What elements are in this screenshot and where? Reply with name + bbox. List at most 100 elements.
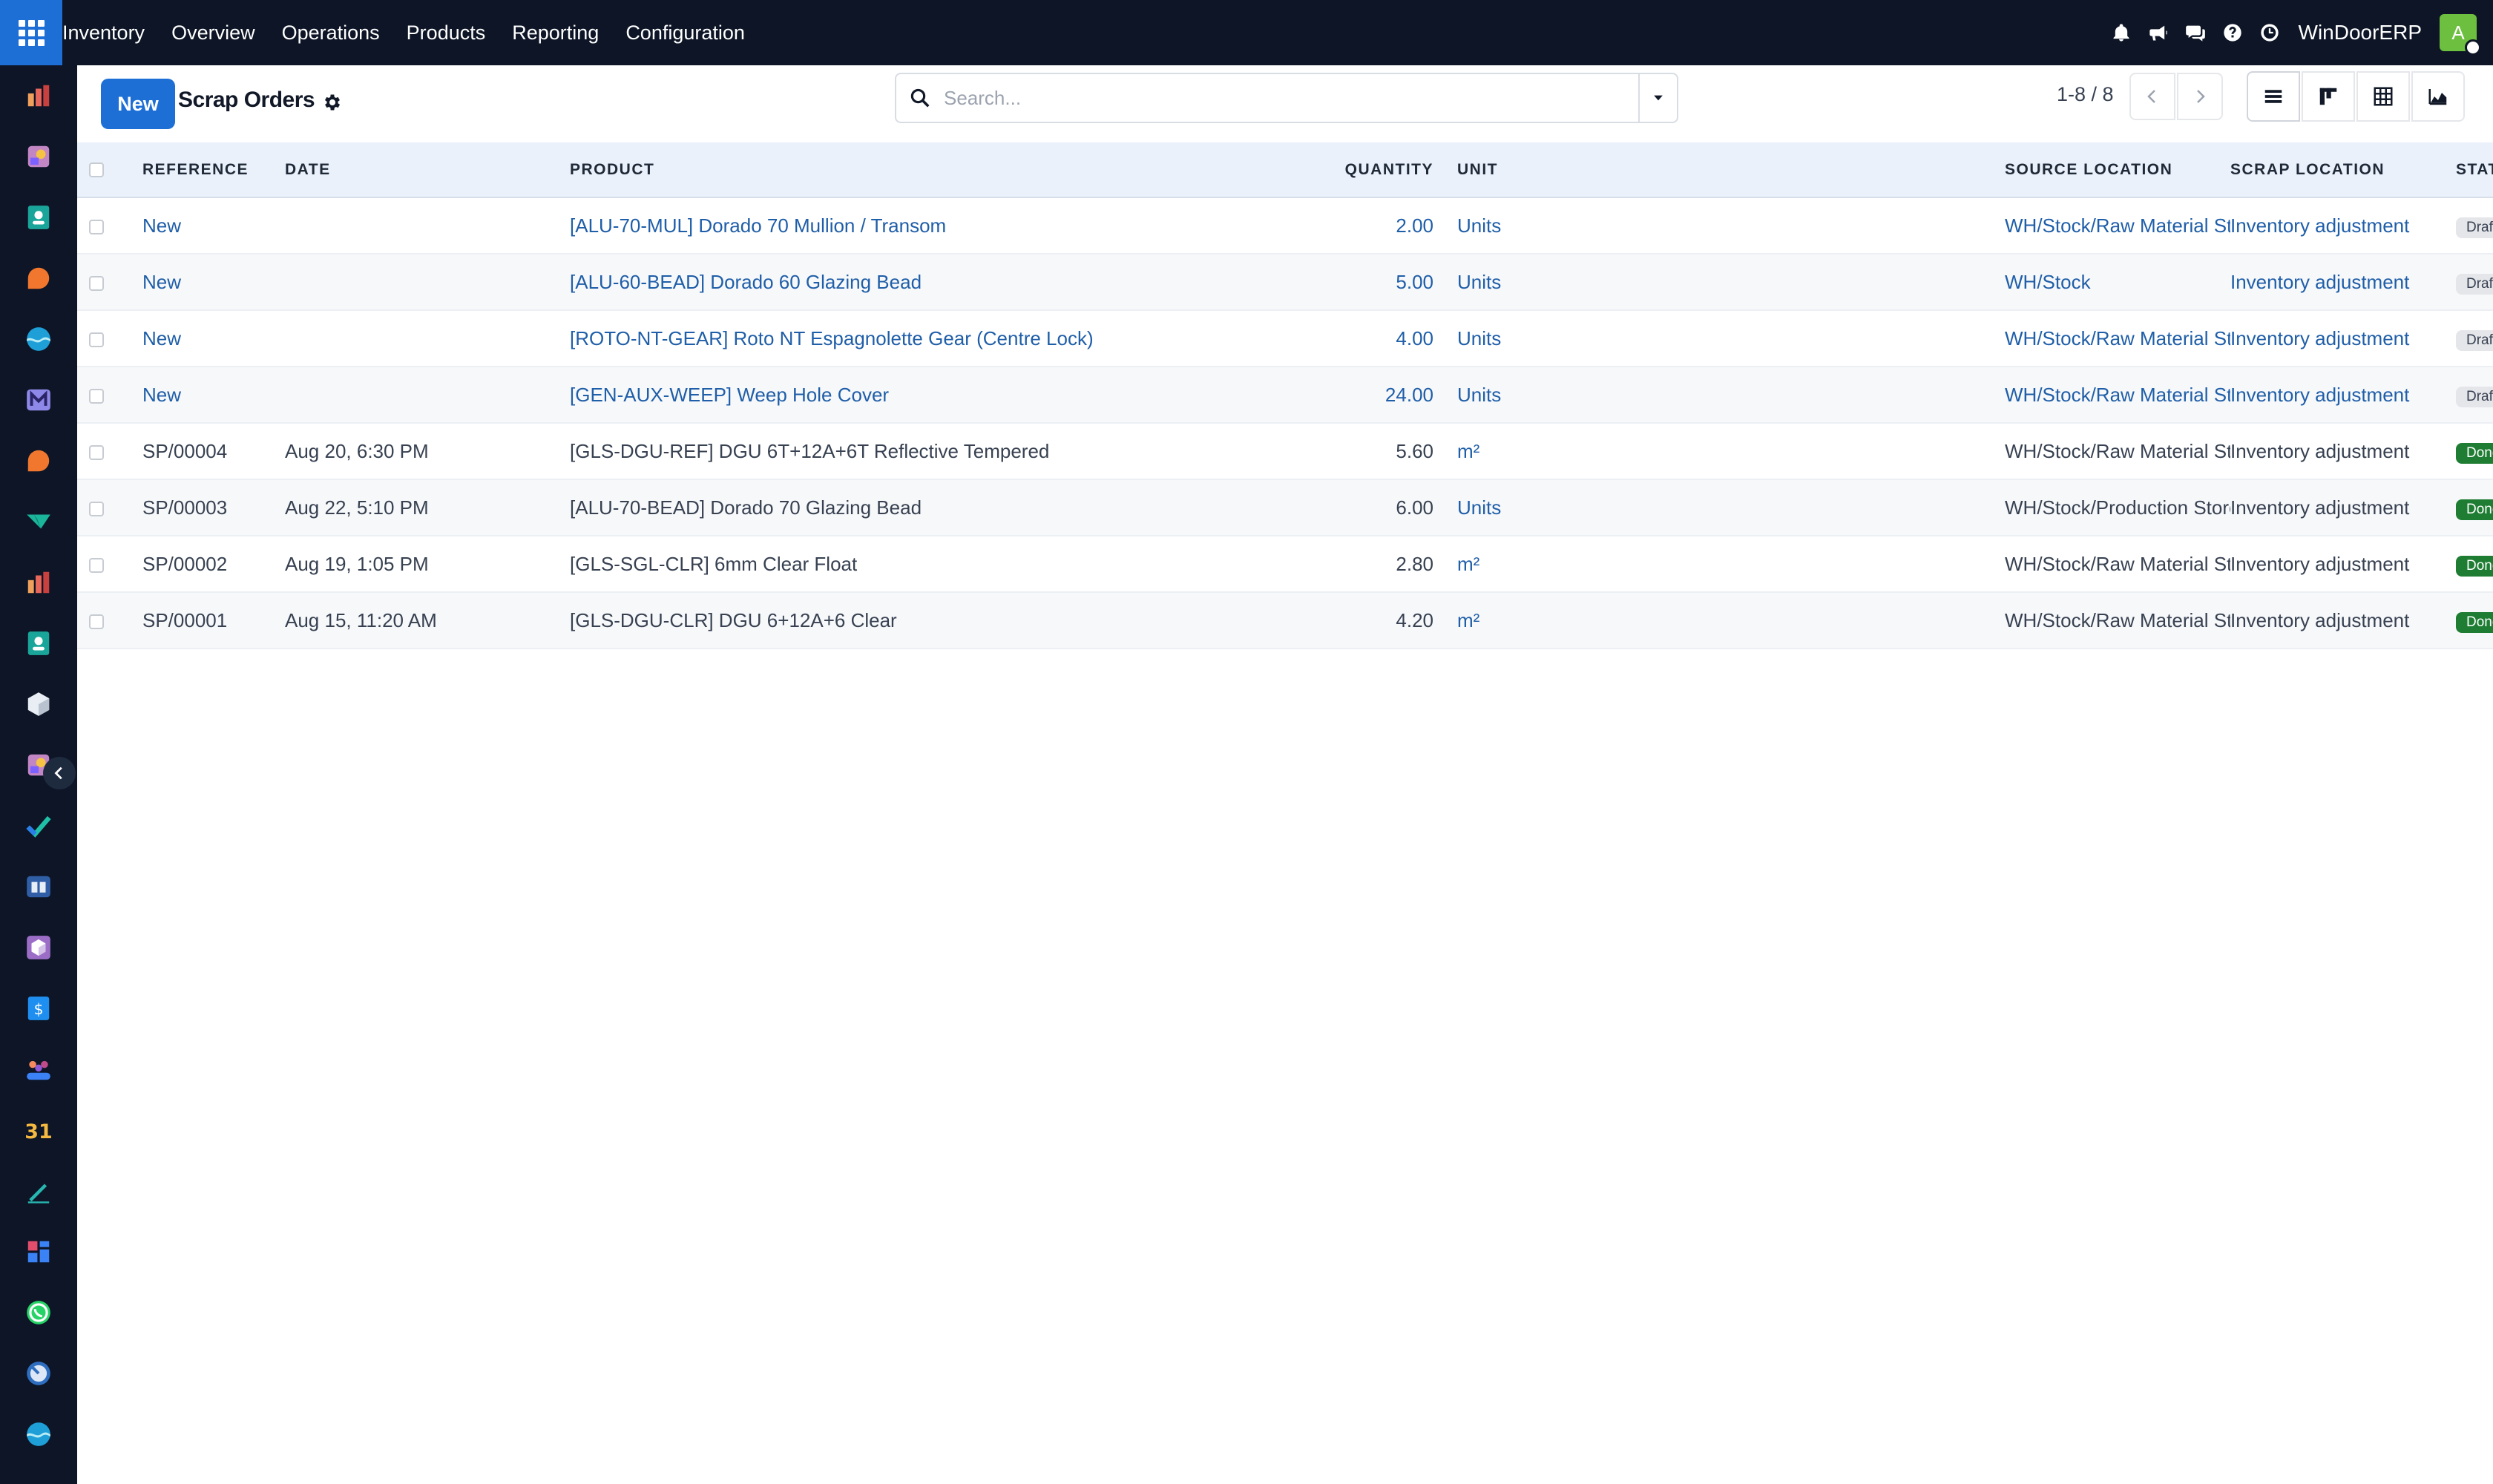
cell-product: [GLS-DGU-REF] DGU 6T+12A+6T Reflective T… <box>570 439 1050 462</box>
cell-source-location: WH/Stock/Raw Material Store/Glass Stilla… <box>2005 608 2230 631</box>
cell-date <box>285 254 570 310</box>
puzzle-app-icon[interactable] <box>24 142 53 171</box>
cell-reference: SP/00002 <box>142 552 228 575</box>
table-header-row: REFERENCE DATE PRODUCT QUANTITY UNIT SOU… <box>77 142 2493 198</box>
cell-scrap-location: Inventory adjustment <box>2230 552 2410 575</box>
header-source-location[interactable]: SOURCE LOCATION <box>2005 142 2230 198</box>
list-view-button[interactable] <box>2247 71 2300 122</box>
menu-configuration[interactable]: Configuration <box>612 0 758 65</box>
row-checkbox[interactable] <box>89 388 104 404</box>
kanban-view-button[interactable] <box>2302 71 2355 122</box>
area-chart-icon <box>2428 89 2447 105</box>
sign-app-icon[interactable] <box>24 1177 53 1205</box>
row-checkbox[interactable] <box>89 444 104 460</box>
row-checkbox[interactable] <box>89 614 104 629</box>
new-button[interactable]: New <box>101 79 175 129</box>
cell-product: [ROTO-NT-GEAR] Roto NT Espagnolette Gear… <box>570 326 1094 349</box>
company-name[interactable]: WinDoorERP <box>2299 21 2422 45</box>
chat-icon[interactable] <box>2177 0 2214 65</box>
wave-app-icon[interactable] <box>24 1420 53 1448</box>
calendar-app-icon[interactable]: 31 <box>24 1116 53 1144</box>
search-options-toggle[interactable] <box>1638 74 1677 122</box>
table-row[interactable]: New [GEN-AUX-WEEP] Weep Hole Cover 24.00 Un… <box>77 367 2493 423</box>
menu-overview[interactable]: Overview <box>158 0 269 65</box>
table-row[interactable]: New [ALU-60-BEAD] Dorado 60 Glazing Bead 5… <box>77 254 2493 310</box>
cell-unit: m² <box>1457 552 1480 575</box>
status-badge: Done <box>2456 611 2493 633</box>
gear-icon[interactable] <box>322 92 343 113</box>
row-checkbox[interactable] <box>89 557 104 573</box>
header-reference[interactable]: REFERENCE <box>142 142 285 198</box>
check-app-icon[interactable] <box>24 812 53 840</box>
chart-app-icon[interactable] <box>24 82 53 110</box>
team-app-icon[interactable] <box>24 1055 53 1083</box>
select-all-checkbox[interactable] <box>89 162 104 177</box>
help-icon[interactable] <box>2214 0 2251 65</box>
gauge-app-icon[interactable] <box>24 1359 53 1388</box>
status-badge: Draft <box>2456 386 2493 407</box>
sidebar-collapse-button[interactable] <box>43 757 76 789</box>
search-icon[interactable] <box>896 74 944 122</box>
menu-operations[interactable]: Operations <box>269 0 393 65</box>
megaphone-icon[interactable] <box>2140 0 2177 65</box>
row-checkbox[interactable] <box>89 332 104 347</box>
header-product[interactable]: PRODUCT <box>570 142 1267 198</box>
cell-unit: m² <box>1457 439 1480 462</box>
dollar-app-icon[interactable]: $ <box>24 994 53 1022</box>
mail-app-icon[interactable] <box>24 386 53 414</box>
user-avatar[interactable]: A <box>2440 14 2481 56</box>
cell-product: [GLS-SGL-CLR] 6mm Clear Float <box>570 552 858 575</box>
cell-status: Draft <box>2456 367 2493 423</box>
book-app-icon[interactable] <box>24 873 53 901</box>
bell-icon[interactable] <box>2103 0 2140 65</box>
contact-app-icon[interactable] <box>24 629 53 657</box>
dashboard-app-icon[interactable] <box>24 1238 53 1266</box>
header-status[interactable]: STATUS <box>2456 142 2493 198</box>
pivot-view-button[interactable] <box>2356 71 2410 122</box>
pager-previous-button[interactable] <box>2129 73 2175 120</box>
cell-status: Done <box>2456 536 2493 592</box>
scrap-orders-list: REFERENCE DATE PRODUCT QUANTITY UNIT SOU… <box>77 142 2493 649</box>
cell-product: [GLS-DGU-CLR] DGU 6+12A+6 Clear <box>570 608 897 631</box>
chat-bubble-app-icon[interactable] <box>24 447 53 475</box>
cell-scrap-location: Inventory adjustment <box>2230 439 2410 462</box>
graph-view-button[interactable] <box>2411 71 2465 122</box>
chart-app-icon[interactable] <box>24 568 53 597</box>
menu-app-name[interactable]: Inventory <box>62 0 158 65</box>
table-row[interactable]: SP/00004 Aug 20, 6:30 PM [GLS-DGU-REF] DGU… <box>77 423 2493 479</box>
box-app-icon[interactable] <box>24 690 53 718</box>
header-quantity[interactable]: QUANTITY <box>1291 142 1433 198</box>
contact-app-icon[interactable] <box>24 203 53 232</box>
page-title[interactable]: Scrap Orders <box>178 88 315 113</box>
table-row[interactable]: SP/00001 Aug 15, 11:20 AM [GLS-DGU-CLR] DG… <box>77 592 2493 649</box>
wave-app-icon[interactable] <box>24 325 53 353</box>
status-badge: Done <box>2456 442 2493 464</box>
whatsapp-app-icon[interactable] <box>24 1298 53 1327</box>
pager-value[interactable]: 1-8 / 8 <box>2057 83 2114 106</box>
pager-next-button[interactable] <box>2177 73 2223 120</box>
row-checkbox[interactable] <box>89 275 104 291</box>
row-select-cell <box>77 592 142 649</box>
clock-icon[interactable] <box>2251 0 2288 65</box>
plane-app-icon[interactable] <box>24 508 53 536</box>
row-checkbox[interactable] <box>89 501 104 516</box>
app-switcher-button[interactable] <box>0 0 62 65</box>
cell-product: [ALU-70-MUL] Dorado 70 Mullion / Transom <box>570 214 947 237</box>
table-row[interactable]: New [ALU-70-MUL] Dorado 70 Mullion / Tran… <box>77 197 2493 254</box>
main-menu: Inventory Overview Operations Products R… <box>62 0 758 65</box>
status-badge: Done <box>2456 555 2493 577</box>
row-checkbox[interactable] <box>89 219 104 234</box>
table-row[interactable]: New [ROTO-NT-GEAR] Roto NT Espagnolette G… <box>77 310 2493 367</box>
chat-bubble-app-icon[interactable] <box>24 264 53 292</box>
menu-products[interactable]: Products <box>393 0 499 65</box>
header-scrap-location[interactable]: SCRAP LOCATION <box>2230 142 2456 198</box>
cube-app-icon[interactable] <box>24 933 53 962</box>
header-unit[interactable]: UNIT <box>1433 142 2005 198</box>
table-row[interactable]: SP/00003 Aug 22, 5:10 PM [ALU-70-BEAD] Dor… <box>77 479 2493 536</box>
table-row[interactable]: SP/00002 Aug 19, 1:05 PM [GLS-SGL-CLR] 6mm… <box>77 536 2493 592</box>
header-date[interactable]: DATE <box>285 142 570 198</box>
cell-reference: SP/00003 <box>142 496 228 519</box>
app-sidebar: $ 31 <box>0 65 77 1484</box>
menu-reporting[interactable]: Reporting <box>499 0 612 65</box>
search-input[interactable] <box>944 76 1638 120</box>
